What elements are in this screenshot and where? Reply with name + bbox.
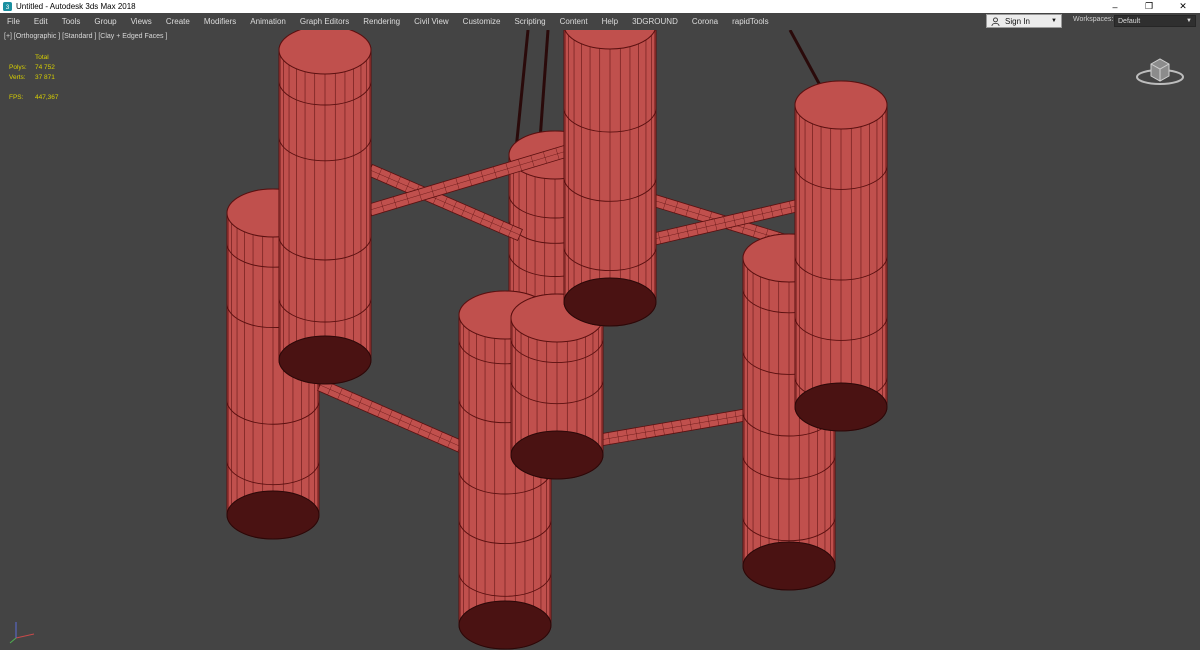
stats-header: Total (35, 54, 49, 61)
restore-button[interactable]: ❐ (1132, 0, 1166, 13)
title-bar: 3 Untitled - Autodesk 3ds Max 2018 – ❐ ✕ (0, 0, 1200, 13)
cylinder-bottom-cap (510, 430, 604, 480)
3dsmax-app-icon: 3 (3, 2, 12, 11)
menu-civil-view[interactable]: Civil View (407, 17, 456, 26)
verts-label: Verts: (9, 74, 26, 81)
viewport-label[interactable]: [+] [Orthographic ] [Standard ] [Clay + … (4, 33, 167, 40)
suspension-cable (538, 30, 550, 141)
verts-value: 37 871 (35, 74, 55, 81)
user-icon (991, 16, 1000, 26)
fps-label: FPS: (9, 94, 24, 101)
cylinder-top (794, 80, 888, 130)
cylinder-bottom-cap (794, 382, 888, 432)
cylinder-top (278, 30, 372, 75)
cylinder-bottom-cap (742, 541, 836, 591)
menu-file[interactable]: File (0, 17, 27, 26)
polys-label: Polys: (9, 64, 27, 71)
close-button[interactable]: ✕ (1166, 0, 1200, 13)
rod-wire (599, 414, 746, 441)
window-title: Untitled - Autodesk 3ds Max 2018 (16, 2, 136, 11)
menu-3dground[interactable]: 3DGROUND (625, 17, 685, 26)
window-controls: – ❐ ✕ (1098, 0, 1200, 13)
menu-scripting[interactable]: Scripting (507, 17, 552, 26)
workspaces-value: Default (1118, 17, 1141, 25)
menu-group[interactable]: Group (87, 17, 123, 26)
svg-text:3: 3 (6, 4, 10, 11)
menu-corona[interactable]: Corona (685, 17, 725, 26)
statistics-overlay: Total Polys: 74 752 Verts: 37 871 FPS: 447,… (9, 53, 59, 103)
menu-views[interactable]: Views (124, 17, 159, 26)
cylinder-bottom-cap (458, 600, 552, 650)
polys-value: 74 752 (35, 64, 55, 71)
menu-edit[interactable]: Edit (27, 17, 55, 26)
viewport[interactable]: [+] [Orthographic ] [Standard ] [Clay + … (0, 30, 1200, 650)
menu-graph-editors[interactable]: Graph Editors (293, 17, 356, 26)
sign-in-label: Sign In (1005, 16, 1030, 26)
scene-render[interactable] (0, 30, 1200, 650)
rod-wire (319, 384, 481, 456)
menu-create[interactable]: Create (159, 17, 197, 26)
menu-rendering[interactable]: Rendering (356, 17, 407, 26)
workspaces-select[interactable]: Default ▼ (1114, 15, 1196, 27)
viewcube-icon[interactable] (1134, 54, 1186, 88)
fps-value: 447,367 (35, 94, 59, 101)
menu-animation[interactable]: Animation (243, 17, 293, 26)
menu-rapidtools[interactable]: rapidTools (725, 17, 775, 26)
menu-customize[interactable]: Customize (456, 17, 508, 26)
cylinder-bottom-cap (563, 277, 657, 327)
workspaces-label: Workspaces: (1073, 16, 1114, 23)
menu-help[interactable]: Help (595, 17, 625, 26)
menu-modifiers[interactable]: Modifiers (197, 17, 243, 26)
menu-tools[interactable]: Tools (55, 17, 88, 26)
chevron-down-icon: ▼ (1186, 18, 1192, 24)
chevron-down-icon: ▼ (1051, 18, 1057, 24)
axis-tripod-icon (9, 622, 35, 644)
cylinder-bottom-cap (226, 490, 320, 540)
cylinder-bottom-cap (278, 335, 372, 385)
menu-content[interactable]: Content (553, 17, 595, 26)
minimize-button[interactable]: – (1098, 0, 1132, 13)
sign-in-button[interactable]: Sign In ▼ (986, 14, 1062, 28)
